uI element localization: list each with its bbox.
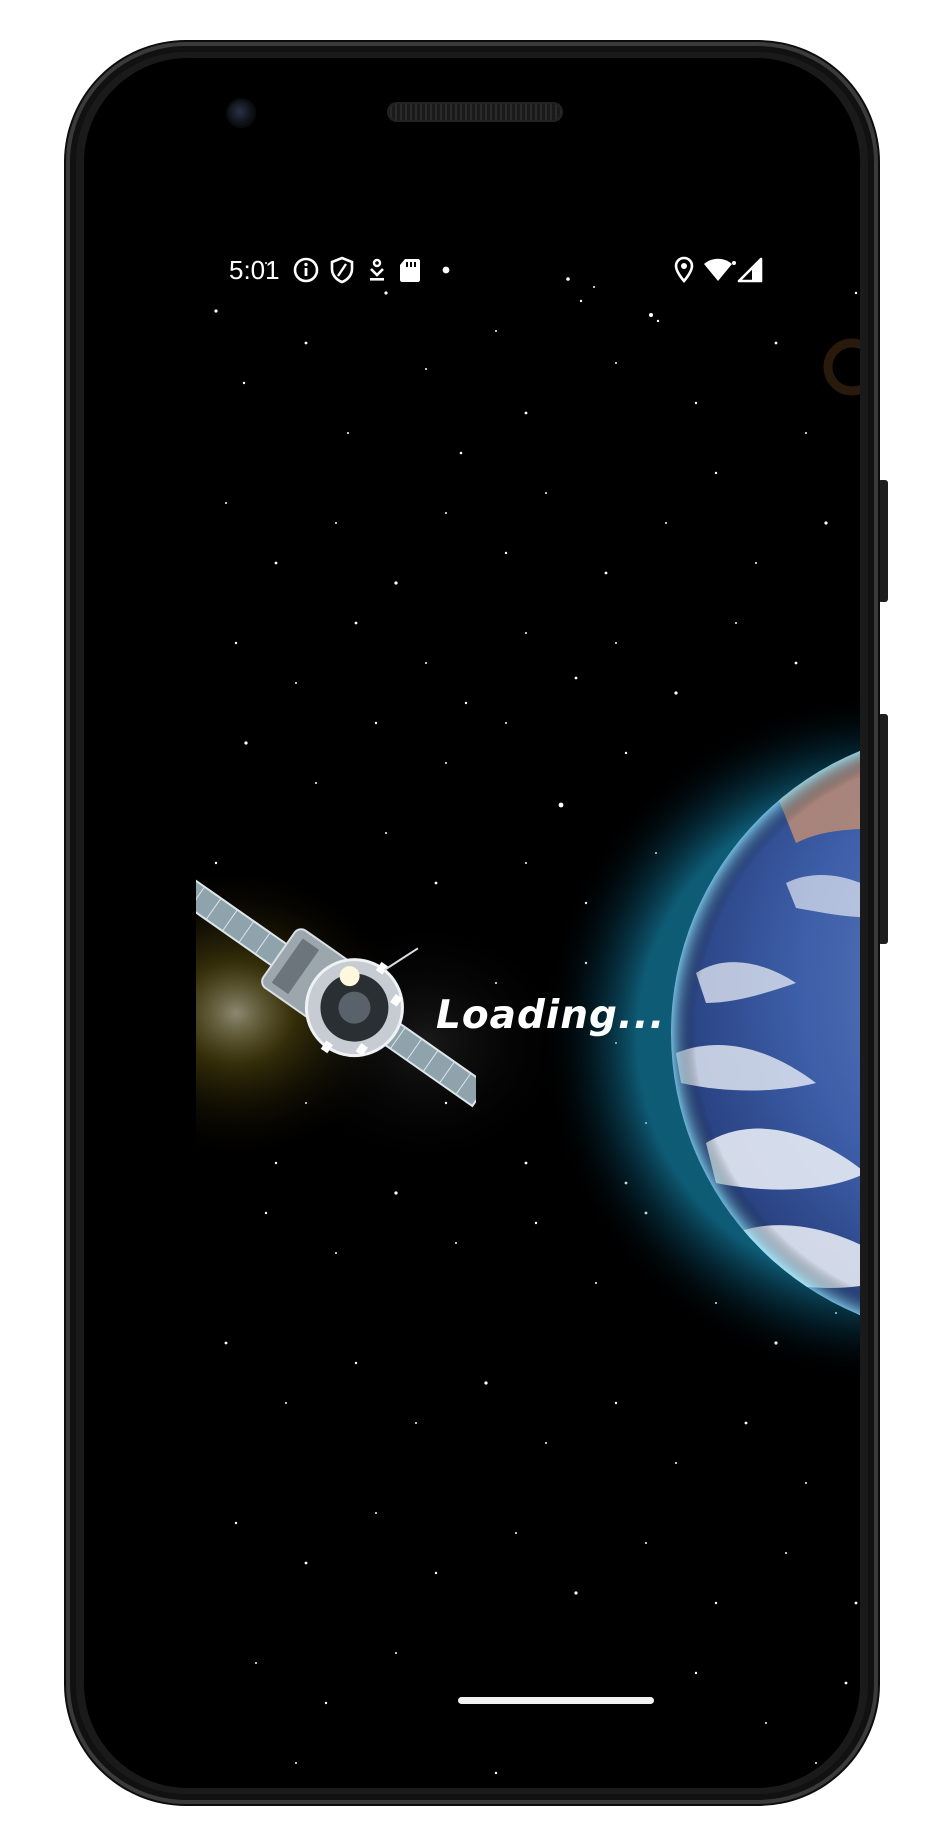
status-time: 5:01 xyxy=(229,255,280,285)
phone-bezel: 5:01 Loading... xyxy=(84,58,860,1788)
splash-screen: 5:01 Loading... xyxy=(196,223,860,1788)
dot-icon xyxy=(442,266,450,274)
download-icon xyxy=(370,258,384,281)
cellular-signal-icon xyxy=(737,257,763,283)
wifi-icon xyxy=(704,258,732,281)
info-icon xyxy=(293,257,319,283)
earpiece-speaker xyxy=(387,102,563,122)
earth-image xyxy=(666,673,860,1413)
sd-card-icon xyxy=(400,259,420,282)
search-icon[interactable] xyxy=(818,333,860,417)
status-bar: 5:01 xyxy=(196,253,860,289)
location-icon xyxy=(674,256,694,283)
loading-text: Loading... xyxy=(436,993,666,1038)
power-button[interactable] xyxy=(878,480,888,602)
satellite-image xyxy=(196,863,489,1163)
volume-button[interactable] xyxy=(878,714,888,944)
front-camera-icon xyxy=(228,100,254,126)
shield-icon xyxy=(330,256,354,284)
home-gesture-bar[interactable] xyxy=(458,1697,654,1704)
